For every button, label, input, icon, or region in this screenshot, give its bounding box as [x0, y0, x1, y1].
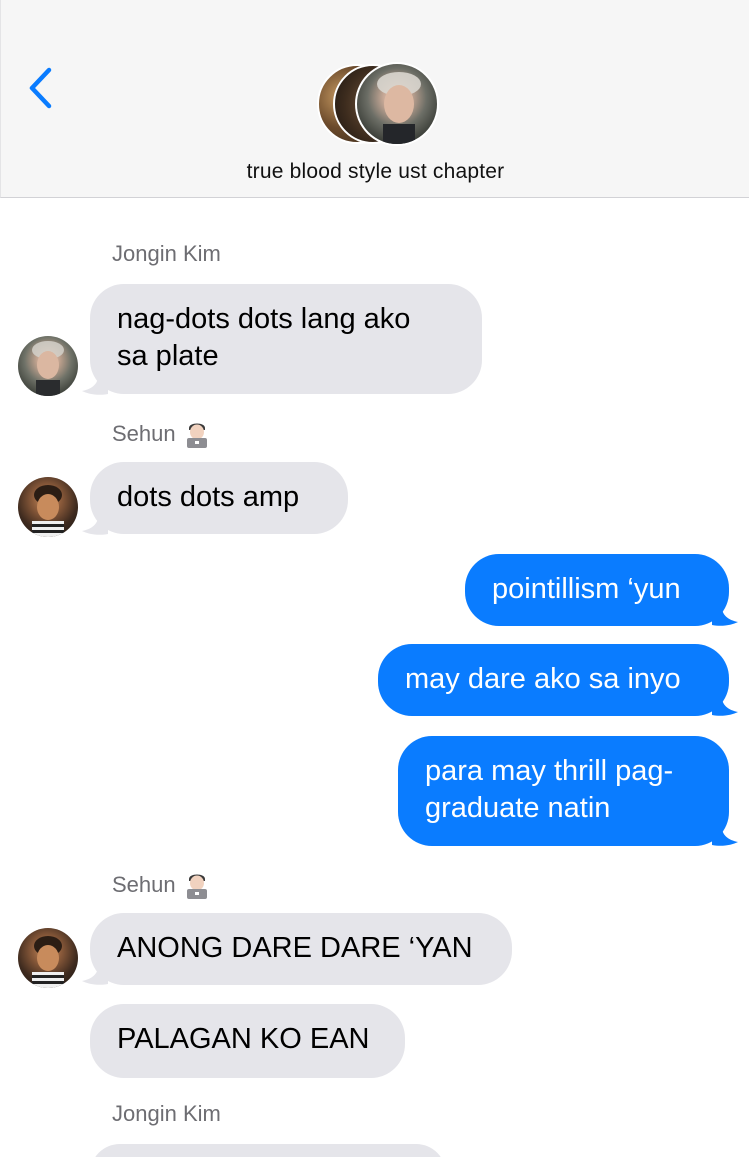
- message-bubble-outgoing[interactable]: pointillism ‘yun: [465, 554, 729, 626]
- avatar-sehun[interactable]: [18, 477, 78, 537]
- sender-name-text: Jongin Kim: [112, 1101, 221, 1126]
- messages-screen: true blood style ust chapter Jongin Kim …: [0, 0, 749, 1157]
- sender-name: Jongin Kim: [112, 1101, 221, 1127]
- group-avatar-stack[interactable]: [315, 62, 441, 148]
- back-button[interactable]: [19, 62, 63, 112]
- sender-name-text: Jongin Kim: [112, 241, 221, 266]
- bubble-tail: [712, 697, 738, 716]
- avatar-sehun[interactable]: [18, 928, 78, 988]
- sender-name-text: Sehun: [112, 421, 176, 446]
- message-bubble-incoming[interactable]: [90, 1144, 446, 1157]
- bubble-tail: [712, 827, 738, 846]
- chevron-left-icon: [29, 67, 52, 109]
- message-bubble-incoming[interactable]: PALAGAN KO EAN: [90, 1004, 405, 1078]
- message-bubble-incoming[interactable]: ANONG DARE DARE ‘YAN: [90, 913, 512, 985]
- man-technologist-emoji-icon: [184, 871, 210, 899]
- sender-name-text: Sehun: [112, 872, 176, 897]
- sender-name: Sehun: [112, 420, 210, 448]
- message-bubble-outgoing[interactable]: para may thrill pag- graduate natin: [398, 736, 729, 846]
- man-technologist-emoji-icon: [184, 420, 210, 448]
- message-bubble-outgoing[interactable]: may dare ako sa inyo: [378, 644, 729, 716]
- bubble-tail: [712, 607, 738, 626]
- group-title[interactable]: true blood style ust chapter: [1, 160, 749, 184]
- message-bubble-incoming[interactable]: dots dots amp: [90, 462, 348, 534]
- sender-name: Sehun: [112, 871, 210, 899]
- message-bubble-incoming[interactable]: nag-dots dots lang ako sa plate: [90, 284, 482, 394]
- conversation-header: true blood style ust chapter: [0, 0, 749, 198]
- group-member-avatar: [355, 62, 439, 146]
- avatar-jongin-kim[interactable]: [18, 336, 78, 396]
- sender-name: Jongin Kim: [112, 241, 221, 267]
